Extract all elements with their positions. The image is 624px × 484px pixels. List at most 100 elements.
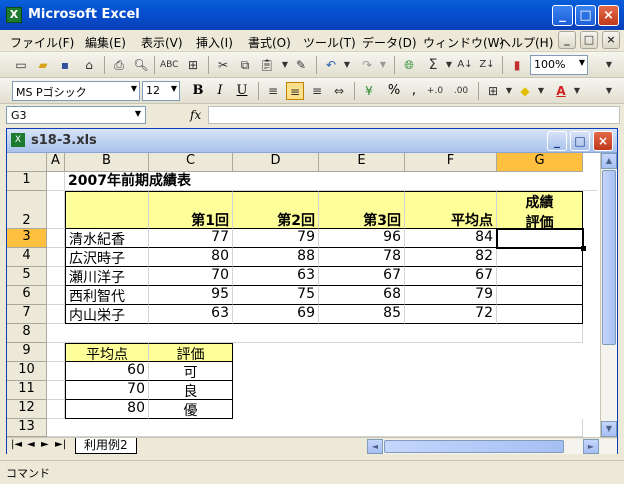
select-all-corner[interactable] [7, 153, 47, 172]
align-right-icon[interactable]: ≡ [308, 82, 326, 100]
cell[interactable] [47, 305, 65, 324]
cell[interactable] [47, 267, 65, 286]
toolbar-options-icon[interactable]: ▼ [600, 56, 618, 74]
column-header-f[interactable]: F [405, 153, 497, 172]
chart-wizard-icon[interactable]: ▮ [508, 56, 526, 74]
score-cell[interactable]: 77 [149, 229, 233, 248]
column-header-c[interactable]: C [149, 153, 233, 172]
cell[interactable] [47, 172, 65, 191]
student-name-cell[interactable]: 広沢時子 [65, 248, 149, 267]
comma-button[interactable]: , [404, 81, 424, 101]
print-preview-icon[interactable]: 🔍︎ [132, 56, 150, 74]
print-icon[interactable]: ⎙ [110, 56, 128, 74]
score-cell[interactable]: 80 [149, 248, 233, 267]
row-header[interactable]: 5 [7, 267, 47, 286]
paste-icon[interactable]: 📋︎ [258, 56, 276, 74]
horizontal-scrollbar[interactable]: ◄ ► [367, 439, 617, 454]
score-cell[interactable]: 78 [319, 248, 405, 267]
grade-cell[interactable] [497, 305, 583, 324]
menu-format[interactable]: 書式(O) [248, 34, 291, 51]
sheet-tab-usage-example-2[interactable]: 利用例2 [75, 438, 137, 454]
row-header[interactable]: 13 [7, 419, 47, 437]
font-color-dropdown-icon[interactable]: ▼ [568, 82, 586, 100]
column-header-d[interactable]: D [233, 153, 319, 172]
empty-row[interactable] [47, 419, 583, 437]
row-header[interactable]: 7 [7, 305, 47, 324]
vertical-scroll-thumb[interactable] [602, 170, 616, 345]
spelling-icon[interactable]: ABC [160, 56, 178, 74]
average-cell[interactable]: 79 [405, 286, 497, 305]
new-icon[interactable]: ▭ [12, 56, 30, 74]
header-cell-g[interactable]: 成績 評価 [497, 191, 583, 229]
chevron-down-icon[interactable]: ▼ [171, 84, 177, 93]
chevron-down-icon[interactable]: ▼ [579, 58, 585, 67]
lookup-header-grade[interactable]: 評価 [149, 343, 233, 362]
grade-cell[interactable] [497, 286, 583, 305]
workbook-close-button[interactable]: × [593, 131, 613, 151]
font-size-combo[interactable]: 12 ▼ [142, 81, 180, 101]
student-name-cell[interactable]: 西利智代 [65, 286, 149, 305]
row-header[interactable]: 9 [7, 343, 47, 362]
close-button[interactable]: × [598, 5, 619, 26]
undo-dropdown-icon[interactable]: ▼ [338, 56, 356, 74]
increase-decimal-icon[interactable]: +.0 [426, 82, 444, 100]
fill-handle[interactable] [581, 246, 586, 251]
row-header[interactable]: 10 [7, 362, 47, 381]
merge-center-icon[interactable]: ⇔ [330, 82, 348, 100]
sort-ascending-icon[interactable]: A↓ [456, 56, 474, 74]
menu-view[interactable]: 表示(V) [141, 34, 183, 51]
cell[interactable] [47, 362, 65, 381]
spreadsheet-grid[interactable]: A B C D E F G 1 2 3 4 5 6 7 8 9 10 11 12… [7, 153, 601, 437]
student-name-cell[interactable]: 瀬川洋子 [65, 267, 149, 286]
chevron-down-icon[interactable]: ▼ [131, 84, 137, 93]
score-cell[interactable]: 63 [149, 305, 233, 324]
workbook-minimize-button[interactable]: _ [547, 131, 567, 151]
column-header-b[interactable]: B [65, 153, 149, 172]
row-header[interactable]: 1 [7, 172, 47, 191]
doc-restore-icon[interactable]: □ [580, 31, 598, 49]
cell[interactable] [47, 286, 65, 305]
column-header-a[interactable]: A [47, 153, 65, 172]
function-icon[interactable]: fx [190, 108, 201, 122]
sheet-title-cell[interactable]: 2007年前期成績表 [65, 172, 597, 191]
copy-icon[interactable]: ⧉ [236, 56, 254, 74]
research-icon[interactable]: ⊞ [184, 56, 202, 74]
scroll-down-icon[interactable]: ▼ [601, 421, 617, 437]
redo-dropdown-icon[interactable]: ▼ [374, 56, 392, 74]
grade-cell[interactable] [497, 248, 583, 267]
cell[interactable] [47, 381, 65, 400]
score-cell[interactable]: 88 [233, 248, 319, 267]
workbook-maximize-button[interactable]: □ [570, 131, 590, 151]
student-name-cell[interactable]: 清水紀香 [65, 229, 149, 248]
cell[interactable] [47, 229, 65, 248]
average-cell[interactable]: 82 [405, 248, 497, 267]
menu-help[interactable]: ヘルプ(H) [499, 34, 553, 51]
save-icon[interactable]: ▪ [56, 56, 74, 74]
lookup-grade-cell[interactable]: 優 [149, 400, 233, 419]
chevron-down-icon[interactable]: ▼ [135, 109, 141, 118]
active-cell-selection[interactable] [496, 228, 584, 249]
row-header[interactable]: 2 [7, 191, 47, 229]
decrease-decimal-icon[interactable]: .00 [452, 82, 470, 100]
zoom-combo[interactable]: 100% ▼ [530, 55, 588, 75]
align-left-icon[interactable]: ≡ [264, 82, 282, 100]
menu-insert[interactable]: 挿入(I) [196, 34, 233, 51]
header-cell-d[interactable]: 第2回 [233, 191, 319, 229]
last-sheet-icon[interactable]: ►| [55, 439, 66, 450]
average-cell[interactable]: 72 [405, 305, 497, 324]
open-icon[interactable]: ▰ [34, 56, 52, 74]
score-cell[interactable]: 96 [319, 229, 405, 248]
header-cell-e[interactable]: 第3回 [319, 191, 405, 229]
lookup-grade-cell[interactable]: 良 [149, 381, 233, 400]
sort-descending-icon[interactable]: Z↓ [478, 56, 496, 74]
vertical-scrollbar[interactable]: ▲ ▼ [600, 153, 617, 437]
lookup-grade-cell[interactable]: 可 [149, 362, 233, 381]
header-cell-c[interactable]: 第1回 [149, 191, 233, 229]
score-cell[interactable]: 69 [233, 305, 319, 324]
hyperlink-icon[interactable]: 🌐︎ [400, 56, 418, 74]
scroll-right-icon[interactable]: ► [583, 439, 599, 454]
font-name-combo[interactable]: MS Pゴシック ▼ [12, 81, 140, 101]
scroll-left-icon[interactable]: ◄ [367, 439, 383, 454]
lookup-threshold-cell[interactable]: 60 [65, 362, 149, 381]
score-cell[interactable]: 75 [233, 286, 319, 305]
